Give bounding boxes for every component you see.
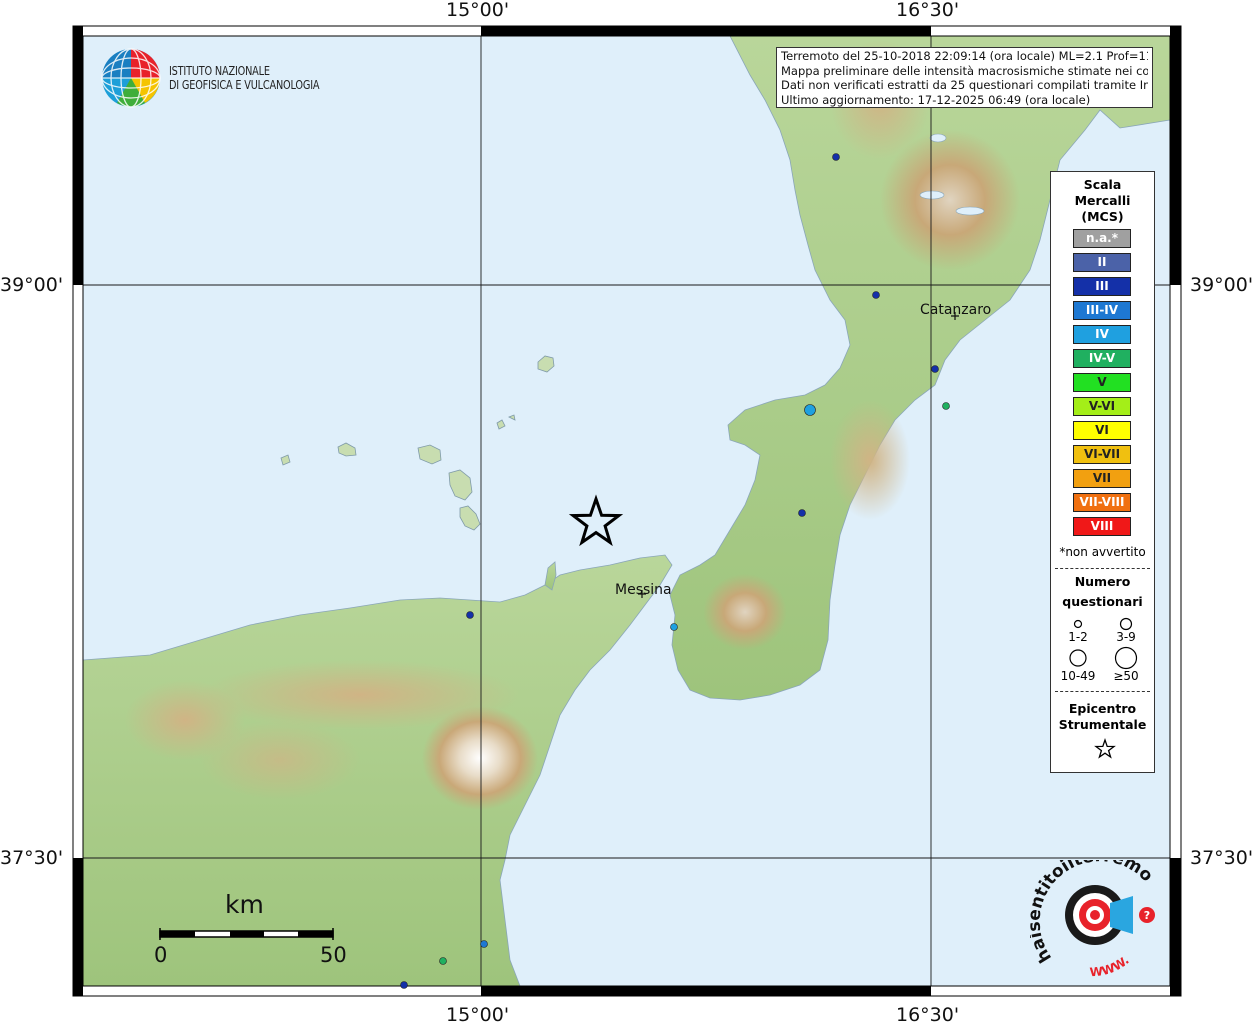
legend-scale-item: II — [1073, 253, 1131, 272]
size-label-10-49: 10-49 — [1060, 669, 1096, 683]
point-iii-iv[interactable] — [480, 940, 488, 948]
point-ii-iii[interactable] — [931, 365, 939, 373]
lon-label-top-15: 15°00' — [446, 0, 510, 21]
legend-scale-item: V — [1073, 373, 1131, 392]
legend-scale-item: VII — [1073, 469, 1131, 488]
svg-text:WWW.: WWW. — [1089, 953, 1132, 979]
point-iv[interactable] — [670, 623, 678, 631]
legend-scale-item: VI — [1073, 421, 1131, 440]
legend-title-mercalli: Mercalli — [1074, 193, 1131, 208]
legend-scale-item: VII-VIII — [1073, 493, 1131, 512]
svg-text:haisentitoilterremoto.it: haisentitoilterremoto.it — [1030, 860, 1157, 966]
lake-cecita — [929, 133, 947, 143]
institute-name: ISTITUTO NAZIONALE DI GEOFISICA E VULCAN… — [169, 64, 320, 92]
institute-name-line1: ISTITUTO NAZIONALE — [169, 64, 270, 78]
legend-scale-item: IV — [1073, 325, 1131, 344]
haisentito-logo-text: haisentitoilterremoto.it WWW. — [1030, 860, 1157, 979]
scale-bar-max: 50 — [320, 943, 347, 967]
lat-label-left-39: 39°00' — [0, 274, 64, 296]
info-line-event: Terremoto del 25-10-2018 22:09:14 (ora l… — [781, 49, 1148, 63]
legend-title-mcs: (MCS) — [1081, 209, 1124, 224]
point-ii-iii[interactable] — [832, 153, 840, 161]
info-line-description: Mappa preliminare delle intensità macros… — [781, 63, 1148, 78]
size-symbol-3-9 — [1119, 617, 1133, 631]
point-iv-v[interactable] — [942, 402, 950, 410]
size-symbol-50 — [1114, 646, 1138, 670]
legend-scale-item: III — [1073, 277, 1131, 296]
info-line-updated: Ultimo aggiornamento: 17-12-2025 06:49 (… — [781, 92, 1091, 107]
ingv-logo-icon — [101, 48, 161, 108]
legend-star-icon — [1094, 738, 1116, 759]
size-label-50: ≥50 — [1113, 669, 1139, 683]
legend-numero-title: Numero — [1074, 574, 1131, 589]
lake-arvo — [919, 190, 945, 200]
point-ii-iii[interactable] — [872, 291, 880, 299]
lon-label-bottom-16-30: 16°30' — [896, 1004, 960, 1026]
legend-non-avvertito: *non avvertito — [1059, 545, 1146, 559]
point-iv-v[interactable] — [439, 957, 447, 965]
legend-scale-item: n.a.* — [1073, 229, 1131, 248]
legend-scale-item: V-VI — [1073, 397, 1131, 416]
size-symbol-1-2 — [1073, 619, 1083, 629]
lon-label-top-16-30: 16°30' — [896, 0, 960, 21]
legend-scale-item: IV-V — [1073, 349, 1131, 368]
legend-title-scala: Scala — [1083, 177, 1122, 192]
legend-scale-item: III-IV — [1073, 301, 1131, 320]
city-label-catanzaro: Catanzaro — [920, 302, 992, 318]
haisentito-main-text: haisentitoilterremoto.it — [1030, 860, 1157, 966]
lat-label-right-37-30: 37°30' — [1190, 847, 1254, 869]
legend-epicentro-title: Epicentro — [1068, 701, 1137, 716]
lat-label-right-39: 39°00' — [1190, 274, 1254, 296]
info-line-data-source: Dati non verificati estratti da 25 quest… — [781, 78, 1148, 92]
size-label-1-2: 1-2 — [1068, 630, 1088, 644]
lon-label-bottom-15: 15°00' — [446, 1004, 510, 1026]
lake-ampollino — [955, 206, 985, 216]
point-iii[interactable] — [798, 509, 806, 517]
legend-divider — [1055, 568, 1150, 569]
earthquake-info-box: Terremoto del 25-10-2018 22:09:14 (ora l… — [776, 47, 1153, 108]
city-label-messina: Messina — [615, 582, 672, 598]
lat-label-left-37-30: 37°30' — [0, 847, 64, 869]
scale-bar-unit: km — [225, 890, 264, 919]
size-symbol-10-49 — [1069, 649, 1087, 667]
size-label-3-9: 3-9 — [1116, 630, 1136, 644]
point-iii[interactable] — [466, 611, 474, 619]
aspromonte-relief — [703, 574, 787, 650]
legend-strumentale-title: Strumentale — [1058, 717, 1147, 732]
point-iii[interactable] — [400, 981, 408, 989]
erei-relief — [200, 720, 360, 800]
point-iv[interactable] — [804, 404, 816, 416]
legend-questionari-title: questionari — [1062, 594, 1143, 609]
haisentito-www-text: WWW. — [1089, 953, 1132, 979]
legend-scale-item: VI-VII — [1073, 445, 1131, 464]
legend-divider — [1055, 691, 1150, 692]
nebrodi-relief — [200, 660, 520, 730]
serre-relief — [830, 400, 910, 520]
legend-scale-item: VIII — [1073, 517, 1131, 536]
intensity-legend: Scala Mercalli (MCS) n.a.* II III III-IV IV I… — [1050, 171, 1155, 773]
institute-name-line2: DI GEOFISICA E VULCANOLOGIA — [169, 78, 320, 92]
scale-bar-min: 0 — [154, 943, 168, 967]
